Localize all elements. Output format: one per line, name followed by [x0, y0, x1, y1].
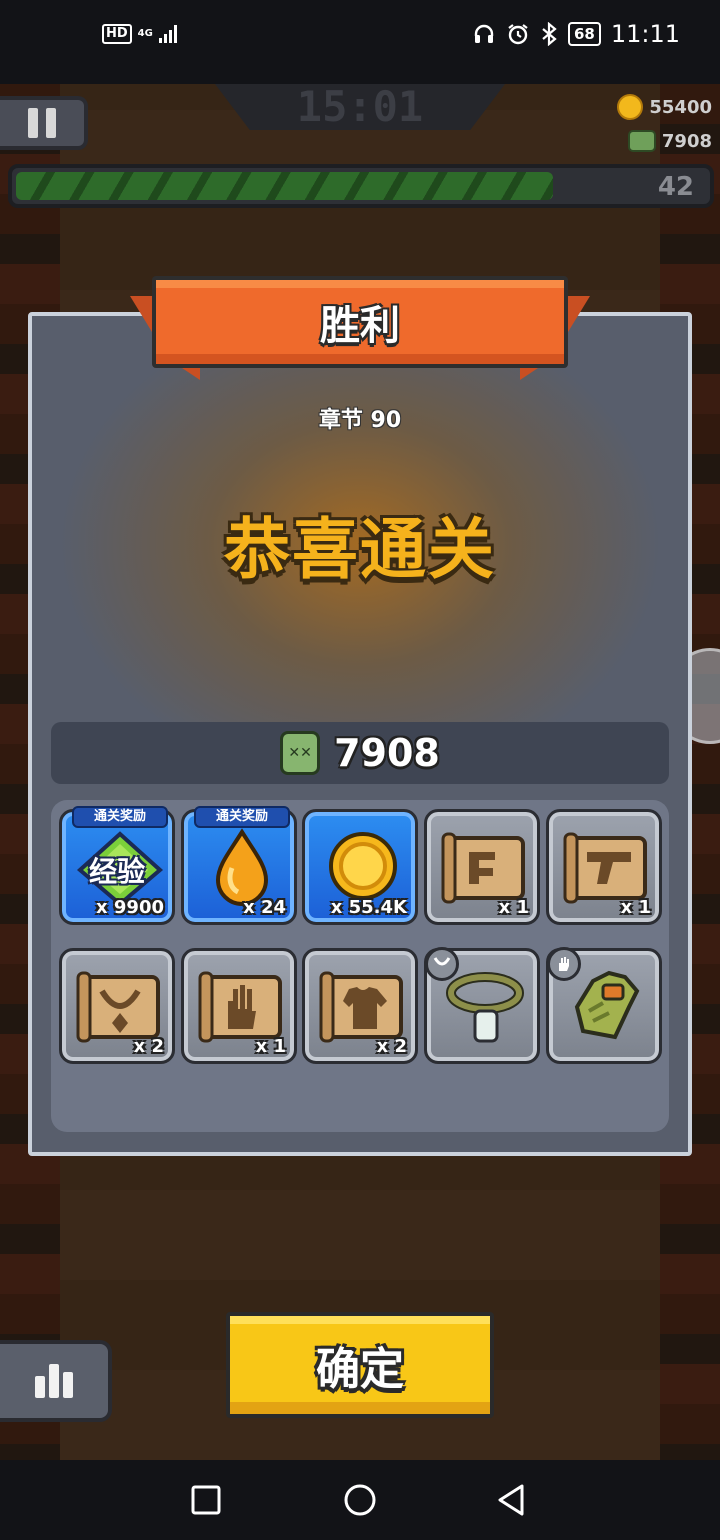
- reward-qty: x 9900: [96, 897, 164, 918]
- reward-tag: 通关奖励: [194, 806, 290, 828]
- kill-counter: 7908: [627, 126, 712, 156]
- necklace-scroll-icon: [76, 971, 160, 1043]
- battery-level: 68: [567, 22, 601, 46]
- kill-value: 7908: [661, 130, 712, 152]
- game-timer: 15:01: [296, 82, 424, 131]
- congrats-text: 恭喜通关: [224, 511, 496, 588]
- zombie-head-icon: ✕✕: [280, 731, 321, 775]
- reward-glove-scroll[interactable]: x 1: [181, 948, 297, 1064]
- reward-qty: x 55.4K: [330, 897, 407, 918]
- reward-coins[interactable]: x 55.4K: [302, 809, 418, 925]
- reward-qty: x 1: [620, 897, 651, 918]
- reward-necklace[interactable]: [424, 947, 540, 1064]
- coin-icon: [617, 94, 644, 120]
- glove-slot-icon: [547, 947, 581, 981]
- chapter-label: 章节 90: [318, 408, 402, 433]
- reward-armor-scroll[interactable]: x 2: [302, 948, 418, 1064]
- recent-apps-icon[interactable]: [188, 1482, 224, 1518]
- navigation-bar: [0, 1460, 720, 1540]
- gun-scroll-icon: [563, 832, 647, 904]
- reward-qty: x 1: [255, 1036, 286, 1057]
- reward-qty: x 2: [133, 1036, 164, 1057]
- coin-counter: 55400: [617, 92, 712, 122]
- reward-weapon-scroll[interactable]: x 1: [424, 809, 540, 925]
- weapon-scroll-icon: [441, 832, 525, 904]
- network-type: 4G: [137, 28, 153, 39]
- reward-qty: x 24: [243, 897, 286, 918]
- dog-tag-necklace-icon: [446, 972, 524, 1043]
- reward-essence[interactable]: 通关奖励 x 24: [181, 806, 297, 925]
- reward-qty: x 1: [498, 897, 529, 918]
- bar-chart-icon: [35, 1376, 45, 1398]
- reward-gun-scroll[interactable]: x 1: [546, 809, 662, 925]
- signal-icon: [158, 25, 177, 43]
- victory-title: 胜利: [320, 303, 400, 349]
- hd-indicator: HD: [102, 24, 132, 44]
- pause-button[interactable]: [0, 96, 88, 150]
- back-icon[interactable]: [494, 1482, 530, 1518]
- alarm-icon: [508, 24, 528, 45]
- gold-coin-icon: [329, 832, 397, 900]
- reward-exp[interactable]: 通关奖励 经验 x 9900: [59, 806, 175, 925]
- reward-necklace-scroll[interactable]: x 2: [59, 948, 175, 1064]
- reward-glove[interactable]: [546, 947, 662, 1064]
- bluetooth-icon: [542, 22, 557, 46]
- clock: 11:11: [610, 20, 680, 48]
- stats-button[interactable]: [0, 1340, 112, 1422]
- victory-banner: 胜利: [152, 276, 568, 368]
- exp-label: 经验: [88, 855, 145, 888]
- reward-tag: 通关奖励: [72, 806, 168, 828]
- glove-scroll-icon: [198, 971, 282, 1043]
- kill-summary: ✕✕ 7908: [51, 722, 669, 784]
- orange-drop-icon: [215, 828, 269, 906]
- zombie-head-icon: [627, 130, 656, 152]
- confirm-button[interactable]: 确定: [226, 1312, 494, 1418]
- kill-summary-value: 7908: [334, 731, 440, 775]
- progress-fill: [16, 172, 554, 200]
- confirm-label: 确定: [316, 1344, 404, 1395]
- necklace-slot-icon: [425, 947, 459, 981]
- armor-scroll-icon: [319, 971, 403, 1043]
- reward-qty: x 2: [376, 1036, 407, 1057]
- pause-icon: [28, 108, 38, 138]
- status-bar: HD 4G 68 11:11: [0, 0, 720, 84]
- military-glove-icon: [574, 970, 640, 1040]
- home-icon[interactable]: [342, 1482, 378, 1518]
- level-number: 42: [657, 172, 694, 202]
- headphones-icon: [474, 24, 494, 43]
- level-progress-bar: 42: [8, 164, 714, 208]
- coin-value: 55400: [649, 96, 712, 118]
